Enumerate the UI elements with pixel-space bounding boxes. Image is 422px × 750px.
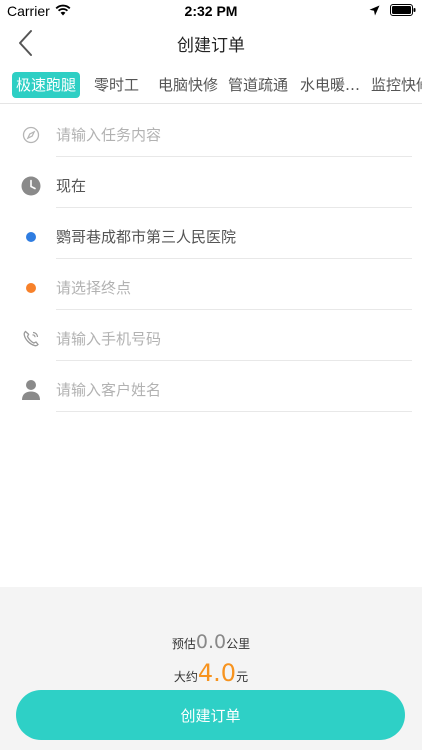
order-form: 请输入任务内容 现在 鹦哥巷成都市第三人民医院 请选择终点 请输入手机号码 请输… bbox=[0, 112, 422, 418]
task-input[interactable]: 请输入任务内容 bbox=[56, 112, 412, 157]
price-unit: 元 bbox=[236, 670, 249, 684]
location-arrow-icon bbox=[369, 5, 380, 20]
start-dot-icon bbox=[20, 226, 42, 248]
customer-name-input[interactable]: 请输入客户姓名 bbox=[56, 367, 412, 412]
end-dot-icon bbox=[20, 277, 42, 299]
battery-icon bbox=[390, 4, 416, 20]
distance-prefix: 预估 bbox=[171, 637, 196, 651]
phone-icon bbox=[20, 328, 42, 350]
name-row: 请输入客户姓名 bbox=[0, 367, 422, 418]
tab-express-errand[interactable]: 极速跑腿 bbox=[12, 72, 81, 98]
distance-value: 0.0 bbox=[195, 631, 227, 653]
phone-input[interactable]: 请输入手机号码 bbox=[56, 316, 412, 361]
estimate-panel: 预估0.0公里 大约4.0元 创建订单 bbox=[0, 587, 422, 750]
tab-plumbing-heating[interactable]: 水电暖… bbox=[300, 72, 360, 98]
tab-computer-repair[interactable]: 电脑快修 bbox=[158, 72, 218, 98]
clock-icon bbox=[20, 175, 42, 197]
time-field[interactable]: 现在 bbox=[56, 163, 412, 208]
end-row: 请选择终点 bbox=[0, 265, 422, 316]
price-value: 4.0 bbox=[197, 659, 237, 687]
distance-unit: 公里 bbox=[226, 637, 251, 651]
tab-temp-worker[interactable]: 零时工 bbox=[94, 72, 139, 98]
create-order-button[interactable]: 创建订单 bbox=[16, 690, 405, 740]
end-address-field[interactable]: 请选择终点 bbox=[56, 265, 412, 310]
status-right bbox=[369, 4, 416, 20]
compass-icon bbox=[20, 124, 42, 146]
status-time: 2:32 PM bbox=[184, 3, 238, 19]
task-row: 请输入任务内容 bbox=[0, 112, 422, 163]
page-title: 创建订单 bbox=[177, 36, 245, 56]
category-tabs: 极速跑腿 零时工 电脑快修 管道疏通 水电暖… 监控快修 bbox=[0, 68, 422, 104]
time-row: 现在 bbox=[0, 163, 422, 214]
tab-surveillance-repair[interactable]: 监控快修 bbox=[371, 72, 422, 98]
start-row: 鹦哥巷成都市第三人民医院 bbox=[0, 214, 422, 265]
start-address-field[interactable]: 鹦哥巷成都市第三人民医院 bbox=[56, 214, 412, 259]
distance-estimate: 预估0.0公里 bbox=[0, 631, 422, 653]
nav-bar: 创建订单 bbox=[0, 22, 422, 64]
phone-row: 请输入手机号码 bbox=[0, 316, 422, 367]
status-bar: Carrier 2:32 PM bbox=[0, 0, 422, 22]
price-estimate: 大约4.0元 bbox=[0, 659, 422, 687]
price-prefix: 大约 bbox=[173, 670, 198, 684]
person-icon bbox=[20, 379, 42, 401]
tab-pipe-unclog[interactable]: 管道疏通 bbox=[228, 72, 288, 98]
